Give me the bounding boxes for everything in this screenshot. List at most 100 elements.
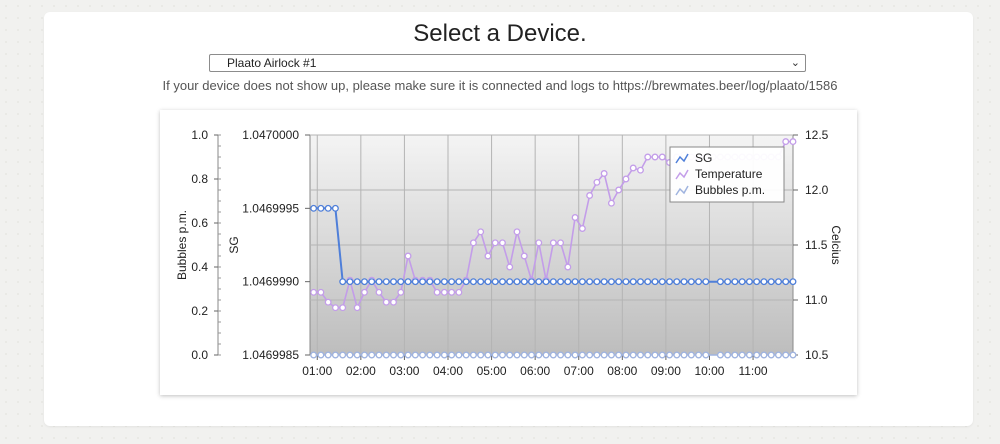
bubbles-p-m-data-point bbox=[477, 351, 485, 359]
temperature-data-point bbox=[644, 153, 652, 161]
page-title: Select a Device. bbox=[413, 20, 587, 47]
sg-data-point bbox=[528, 278, 535, 286]
bubbles-p-m-data-point bbox=[745, 351, 753, 359]
bubbles-p-m-data-point bbox=[528, 351, 535, 359]
bubbles-p-m-data-point bbox=[644, 351, 652, 359]
sg-data-point bbox=[738, 278, 746, 286]
sg-data-point bbox=[535, 278, 543, 286]
temperature-tick-label: 12.5 bbox=[805, 128, 829, 142]
device-select[interactable]: Plaato Airlock #1 ⌄ bbox=[209, 54, 806, 72]
bubbles-p-m-data-point bbox=[382, 351, 390, 359]
sg-data-point bbox=[782, 278, 790, 286]
bubbles-p-m-data-point bbox=[789, 351, 797, 359]
sg-data-point bbox=[361, 278, 368, 286]
temperature-data-point bbox=[593, 178, 601, 186]
temperature-tick-label: 10.5 bbox=[805, 348, 829, 362]
sg-data-point bbox=[310, 204, 318, 212]
bubbles-p-m-data-point bbox=[680, 351, 688, 359]
temperature-data-point bbox=[571, 214, 579, 221]
temperature-data-point bbox=[448, 288, 456, 296]
bubbles-p-m-data-point bbox=[637, 351, 644, 359]
chart-container: 01:00 02:00 03:00 04:00 05:00 06:00 07:00 08:00… bbox=[160, 110, 857, 395]
sg-data-point bbox=[520, 278, 528, 286]
sg-data-point bbox=[390, 278, 397, 286]
sg-data-point bbox=[724, 278, 732, 286]
bubbles-p-m-data-point bbox=[491, 351, 499, 359]
bubbles-p-m-data-point bbox=[658, 351, 666, 359]
sg-data-point bbox=[440, 278, 448, 286]
temperature-data-point bbox=[404, 252, 412, 260]
bubbles-p-m-data-point bbox=[716, 351, 724, 359]
bubbles-p-m-data-point bbox=[615, 351, 623, 359]
bubbles-p-m-data-point bbox=[535, 351, 543, 359]
sg-data-point bbox=[745, 278, 753, 286]
bubbles-p-m-data-point bbox=[687, 351, 695, 359]
bubbles-p-m-data-point bbox=[324, 351, 332, 359]
bubbles-p-m-data-point bbox=[310, 351, 318, 359]
sg-axis-title: SG bbox=[227, 236, 241, 253]
sg-data-point bbox=[586, 278, 594, 286]
temperature-data-point bbox=[499, 239, 506, 247]
bubbles-p-m-data-point bbox=[600, 351, 608, 359]
temperature-data-point bbox=[361, 288, 368, 296]
bubbles-tick-label: 0.4 bbox=[191, 260, 208, 274]
sg-data-point bbox=[651, 278, 659, 286]
chevron-down-icon: ⌄ bbox=[790, 57, 800, 69]
bubbles-tick-label: 0.0 bbox=[191, 348, 208, 362]
temperature-data-point bbox=[324, 298, 332, 306]
bubbles-p-m-data-point bbox=[767, 351, 775, 359]
temperature-data-point bbox=[455, 288, 463, 296]
sg-data-point bbox=[702, 278, 710, 286]
bubbles-p-m-data-point bbox=[368, 351, 376, 359]
bubbles-p-m-data-point bbox=[564, 351, 572, 359]
temperature-data-point bbox=[578, 225, 586, 232]
bubbles-p-m-data-point bbox=[331, 351, 339, 359]
bubbles-p-m-data-point bbox=[469, 351, 477, 359]
bubbles-p-m-data-point bbox=[513, 351, 521, 359]
bubbles-p-m-data-point bbox=[622, 351, 630, 359]
temperature-data-point bbox=[506, 263, 514, 271]
sg-data-point bbox=[419, 278, 427, 286]
temperature-data-point bbox=[789, 138, 797, 146]
sg-tick-label: 1.0469985 bbox=[242, 348, 299, 362]
sg-data-point bbox=[484, 278, 492, 286]
temperature-data-point bbox=[491, 239, 499, 247]
x-tick-label: 08:00 bbox=[607, 364, 637, 378]
temperature-data-point bbox=[397, 288, 405, 296]
legend-sg-label: SG bbox=[695, 151, 712, 165]
sg-data-point bbox=[687, 278, 695, 286]
bubbles-p-m-data-point bbox=[557, 351, 565, 359]
temperature-data-point bbox=[520, 252, 528, 260]
chart-svg: 01:00 02:00 03:00 04:00 05:00 06:00 07:00 08:00… bbox=[175, 128, 843, 378]
temperature-data-point bbox=[622, 175, 630, 183]
bubbles-p-m-data-point bbox=[586, 351, 594, 359]
sg-data-point bbox=[578, 278, 586, 286]
bubbles-p-m-data-point bbox=[353, 351, 361, 359]
x-tick-label: 07:00 bbox=[564, 364, 594, 378]
bubbles-p-m-data-point bbox=[339, 351, 347, 359]
temperature-data-point bbox=[782, 138, 790, 146]
bubbles-p-m-data-point bbox=[760, 351, 768, 359]
sg-data-point bbox=[448, 278, 456, 286]
bubbles-p-m-data-point bbox=[731, 351, 739, 359]
temperature-data-point bbox=[339, 304, 347, 312]
bubbles-tick-label: 1.0 bbox=[191, 128, 208, 142]
sg-data-point bbox=[404, 278, 412, 286]
sg-data-point bbox=[491, 278, 499, 286]
sg-data-point bbox=[571, 278, 579, 286]
sg-data-point bbox=[607, 278, 615, 286]
bubbles-tick-label: 0.8 bbox=[191, 172, 208, 186]
bubbles-p-m-data-point bbox=[448, 351, 456, 359]
sg-data-point bbox=[397, 278, 405, 286]
sg-data-point bbox=[462, 278, 470, 286]
sg-data-point bbox=[564, 278, 572, 286]
bubbles-p-m-data-point bbox=[390, 351, 397, 359]
bubbles-p-m-data-point bbox=[404, 351, 412, 359]
bubbles-p-m-data-point bbox=[782, 351, 790, 359]
bubbles-p-m-data-point bbox=[440, 351, 448, 359]
temperature-data-point bbox=[658, 153, 666, 161]
sg-data-point bbox=[760, 278, 768, 286]
temperature-data-point bbox=[484, 252, 492, 260]
x-tick-label: 09:00 bbox=[651, 364, 681, 378]
temperature-data-point bbox=[535, 239, 543, 247]
